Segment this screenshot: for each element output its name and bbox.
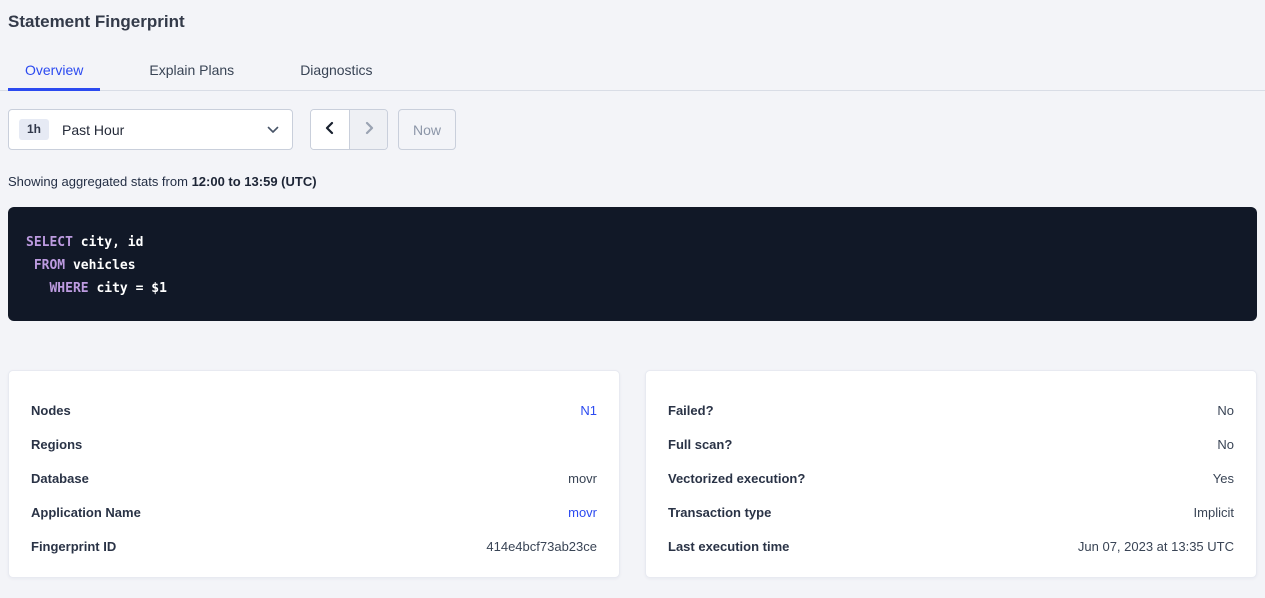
time-range-dropdown[interactable]: 1h Past Hour	[8, 109, 293, 150]
sql-text: city = $1	[89, 281, 167, 296]
table-row: Fingerprint ID 414e4bcf73ab23ce	[31, 529, 597, 563]
execution-attributes-card: Failed? No Full scan? No Vectorized executio…	[645, 370, 1257, 578]
row-value: Implicit	[1194, 505, 1234, 520]
time-range-label: Past Hour	[62, 122, 267, 138]
now-button[interactable]: Now	[398, 109, 456, 150]
row-value: movr	[568, 471, 597, 486]
sql-statement-text: SELECT city, id FROM vehicles WHERE city…	[26, 231, 1237, 300]
summary-cards: NodesN1RegionsDatabasemovrApplication Na…	[8, 370, 1257, 578]
tab-overview[interactable]: Overview	[8, 53, 100, 91]
row-label: Transaction type	[668, 505, 771, 520]
tab-diagnostics[interactable]: Diagnostics	[283, 53, 389, 91]
sql-text	[26, 281, 49, 296]
table-row: Database movr	[31, 461, 597, 495]
row-label: Regions	[31, 437, 82, 452]
row-label: Application Name	[31, 505, 141, 520]
row-value: Jun 07, 2023 at 13:35 UTC	[1078, 539, 1234, 554]
next-time-button[interactable]	[349, 110, 387, 149]
row-value: No	[1217, 437, 1234, 452]
row-value-link[interactable]: N1	[580, 403, 597, 418]
statement-fingerprint-page: Statement Fingerprint Overview Explain Pl…	[0, 12, 1265, 578]
sql-keyword: WHERE	[49, 281, 88, 296]
sql-keyword: SELECT	[26, 235, 73, 250]
row-label: Nodes	[31, 403, 71, 418]
row-label: Vectorized execution?	[668, 471, 805, 486]
statement-details-card: NodesN1RegionsDatabasemovrApplication Na…	[8, 370, 620, 578]
chevron-left-icon	[323, 121, 337, 138]
table-row: Failed? No	[668, 393, 1234, 427]
row-value: Yes	[1213, 471, 1234, 486]
stats-caption: Showing aggregated stats from 12:00 to 1…	[8, 174, 1257, 189]
table-row: Last execution time Jun 07, 2023 at 13:35…	[668, 529, 1234, 563]
sql-text	[26, 258, 34, 273]
row-label: Database	[31, 471, 89, 486]
row-label: Last execution time	[668, 539, 789, 554]
table-row: Regions	[31, 427, 597, 461]
sql-text: vehicles	[65, 258, 135, 273]
tab-bar: Overview Explain Plans Diagnostics	[0, 53, 1265, 91]
table-row: Vectorized execution? Yes	[668, 461, 1234, 495]
time-nav-group	[310, 109, 388, 150]
table-row: Nodes N1	[31, 393, 597, 427]
time-range-badge: 1h	[19, 119, 49, 140]
chevron-right-icon	[362, 121, 376, 138]
chevron-down-icon	[267, 126, 279, 134]
row-label: Full scan?	[668, 437, 732, 452]
table-row: Application Name movr	[31, 495, 597, 529]
sql-keyword: FROM	[34, 258, 65, 273]
table-row: Full scan? No	[668, 427, 1234, 461]
row-value: No	[1217, 403, 1234, 418]
sql-text: city, id	[73, 235, 143, 250]
stats-caption-prefix: Showing aggregated stats from	[8, 174, 192, 189]
stats-caption-range: 12:00 to 13:59 (UTC)	[192, 174, 317, 189]
time-controls: 1h Past Hour Now	[8, 109, 1257, 150]
row-label: Failed?	[668, 403, 714, 418]
sql-statement-box: SELECT city, id FROM vehicles WHERE city…	[8, 207, 1257, 321]
table-row: Transaction type Implicit	[668, 495, 1234, 529]
row-value-link[interactable]: movr	[568, 505, 597, 520]
page-title: Statement Fingerprint	[8, 12, 1257, 32]
row-label: Fingerprint ID	[31, 539, 116, 554]
prev-time-button[interactable]	[311, 110, 349, 149]
row-value: 414e4bcf73ab23ce	[486, 539, 597, 554]
tab-explain-plans[interactable]: Explain Plans	[132, 53, 251, 91]
